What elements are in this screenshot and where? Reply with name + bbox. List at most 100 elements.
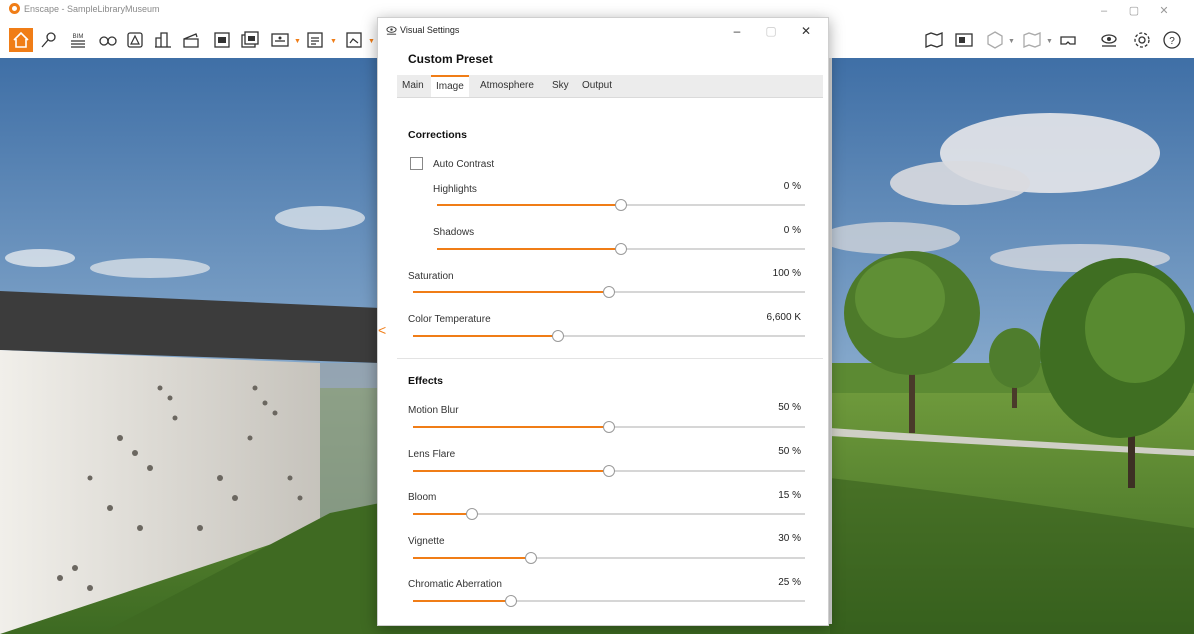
lens-flare-slider[interactable] (413, 465, 805, 477)
settings-gear-icon (1134, 32, 1150, 48)
highlights-slider-fill (437, 204, 621, 206)
vr-headset-icon (1060, 36, 1076, 45)
help-icon: ? (1163, 31, 1181, 49)
dialog-close-button[interactable]: ✕ (792, 21, 820, 41)
help-button[interactable]: ? (1160, 28, 1184, 52)
bim-label: BIM (73, 34, 84, 40)
saturation-value: 100 % (772, 268, 801, 279)
panorama-dropdown-chevron-icon[interactable]: ▼ (294, 38, 301, 45)
asset-library-button[interactable] (123, 28, 147, 52)
motion-blur-slider-thumb[interactable] (603, 421, 615, 433)
saturation-slider-fill (413, 291, 609, 293)
export-exe-icon (307, 32, 323, 48)
auto-contrast-label: Auto Contrast (433, 159, 495, 170)
export-dropdown-chevron-icon[interactable]: ▼ (330, 38, 337, 45)
visual-settings-icon (386, 26, 397, 35)
book-icon (1023, 32, 1041, 48)
vignette-slider[interactable] (413, 552, 805, 564)
buildings-button[interactable] (151, 28, 175, 52)
minimap-button[interactable] (952, 28, 976, 52)
auto-contrast-checkbox[interactable] (410, 157, 423, 170)
export-image-dropdown-chevron-icon[interactable]: ▼ (368, 38, 375, 45)
settings-panel: Custom Preset Main Image Atmosphere Sky … (397, 45, 823, 625)
svg-text:?: ? (1169, 36, 1175, 47)
vignette-slider-fill (413, 557, 531, 559)
vignette-value: 30 % (778, 533, 801, 544)
app-title-text: Enscape - SampleLibraryMuseum (24, 3, 160, 14)
color-temperature-slider[interactable] (413, 330, 805, 342)
chromatic-aberration-slider[interactable] (413, 595, 805, 607)
cube-dropdown-chevron-icon[interactable]: ▼ (1008, 38, 1015, 45)
cube-view-button[interactable] (983, 28, 1007, 52)
clapboard-button[interactable] (179, 28, 203, 52)
bloom-slider-thumb[interactable] (465, 508, 478, 520)
shadows-value: 0 % (783, 225, 801, 236)
saturation-label: Saturation (408, 271, 454, 282)
motion-blur-slider[interactable] (413, 421, 805, 433)
panorama-360-icon (271, 33, 289, 47)
preset-name: Custom Preset (408, 52, 493, 66)
settings-tabs: Main Image Atmosphere Sky Output (397, 75, 823, 98)
sun-pin-button[interactable] (37, 28, 61, 52)
visual-settings-icon (1101, 34, 1117, 47)
app-minimize-button[interactable]: – (1092, 2, 1116, 20)
vignette-label: Vignette (408, 536, 445, 547)
corrections-heading: Corrections (408, 129, 467, 141)
shadows-slider-thumb[interactable] (615, 243, 627, 255)
lens-flare-slider-fill (413, 470, 609, 472)
book-dropdown-chevron-icon[interactable]: ▼ (1046, 38, 1053, 45)
saturation-slider[interactable] (413, 286, 805, 298)
bloom-slider[interactable] (413, 508, 805, 520)
tab-atmosphere[interactable]: Atmosphere (480, 75, 534, 97)
vr-headset-button[interactable] (1056, 28, 1080, 52)
panorama-360-button[interactable] (268, 28, 292, 52)
highlights-label: Highlights (433, 184, 477, 195)
lens-flare-slider-thumb[interactable] (603, 465, 615, 477)
app-close-button[interactable]: ✕ (1152, 2, 1176, 20)
app-maximize-button[interactable]: ▢ (1122, 2, 1146, 20)
tab-sky[interactable]: Sky (552, 75, 569, 97)
saturation-slider-thumb[interactable] (603, 286, 615, 298)
color-temperature-value: 6,600 K (766, 312, 801, 323)
motion-blur-value: 50 % (778, 402, 801, 413)
tab-image[interactable]: Image (431, 75, 469, 97)
motion-blur-label: Motion Blur (408, 405, 459, 416)
home-icon (13, 31, 29, 48)
shadows-label: Shadows (433, 227, 475, 238)
dialog-title-bar[interactable]: Visual Settings – ▢ ✕ (378, 18, 828, 43)
map-icon (925, 32, 943, 48)
tab-main[interactable]: Main (402, 75, 424, 97)
motion-blur-slider-fill (413, 426, 609, 428)
app-title: Enscape - SampleLibraryMuseum (9, 3, 160, 14)
chromatic-aberration-label: Chromatic Aberration (408, 579, 502, 590)
dialog-minimize-button[interactable]: – (723, 21, 751, 41)
chromatic-aberration-slider-fill (413, 600, 511, 602)
batch-render-button[interactable] (238, 28, 262, 52)
lens-flare-label: Lens Flare (408, 449, 456, 460)
export-image-button[interactable] (342, 28, 366, 52)
tab-output[interactable]: Output (582, 75, 612, 97)
book-button[interactable] (1020, 28, 1044, 52)
enscape-logo-icon (9, 3, 20, 14)
color-temperature-slider-thumb[interactable] (552, 330, 565, 342)
export-exe-button[interactable] (303, 28, 327, 52)
highlights-slider[interactable] (437, 199, 805, 211)
visual-settings-button[interactable] (1097, 28, 1121, 52)
binoculars-icon (99, 36, 117, 46)
shadows-slider[interactable] (437, 243, 805, 255)
chromatic-aberration-slider-thumb[interactable] (505, 595, 517, 607)
bim-button[interactable]: BIM (66, 28, 90, 52)
settings-gear-button[interactable] (1130, 28, 1154, 52)
color-temperature-slider-fill (413, 335, 559, 337)
batch-render-icon (241, 31, 259, 48)
screenshot-button[interactable] (210, 28, 234, 52)
highlights-slider-thumb[interactable] (615, 199, 627, 211)
bloom-label: Bloom (408, 492, 437, 503)
vignette-slider-thumb[interactable] (524, 552, 537, 564)
home-button[interactable] (9, 28, 33, 52)
cube-view-icon (987, 31, 1003, 49)
collapse-panel-chevron-icon[interactable]: < (378, 322, 386, 338)
map-button[interactable] (922, 28, 946, 52)
binoculars-button[interactable] (96, 28, 120, 52)
chromatic-aberration-value: 25 % (778, 577, 801, 588)
